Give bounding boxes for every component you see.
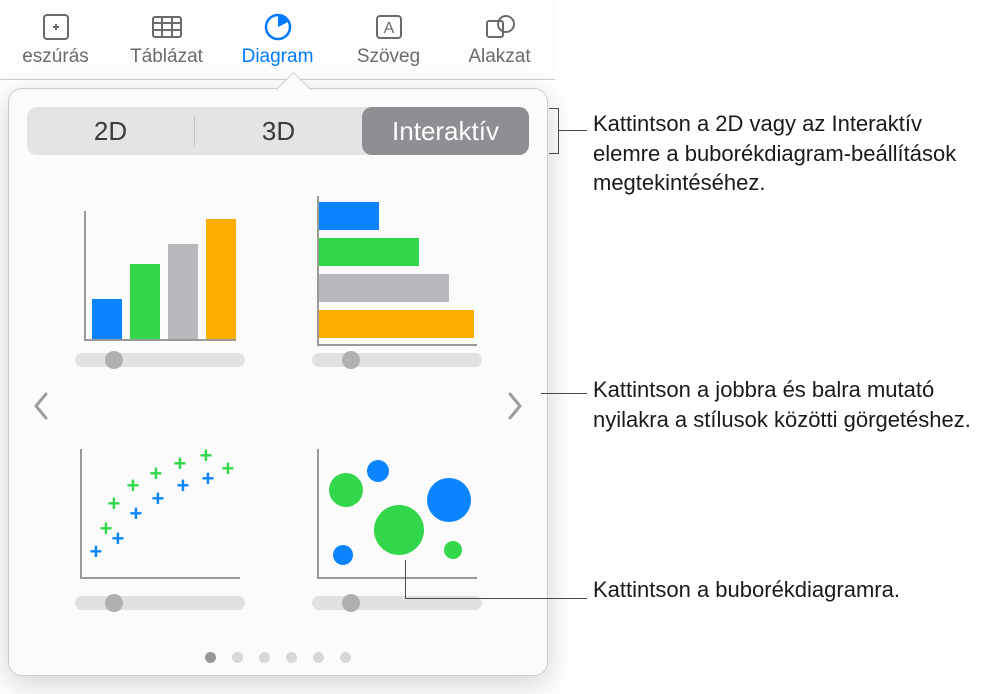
column-chart-thumb <box>75 201 245 341</box>
tab-2d[interactable]: 2D <box>27 107 194 155</box>
insert-icon <box>37 12 75 42</box>
tab-3d[interactable]: 3D <box>195 107 362 155</box>
svg-text:A: A <box>383 20 394 37</box>
callout-line-3a <box>405 560 406 598</box>
tab-interactive[interactable]: Interaktív <box>362 107 529 155</box>
page-dot[interactable] <box>340 652 351 663</box>
toolbar-chart[interactable]: Diagram <box>222 0 333 79</box>
toolbar-label: Diagram <box>242 46 314 68</box>
toolbar-text[interactable]: A Szöveg <box>333 0 444 79</box>
toolbar-label: Szöveg <box>357 46 420 68</box>
next-arrow[interactable] <box>501 382 529 430</box>
toolbar-label: eszúrás <box>22 46 89 68</box>
toolbar-insert[interactable]: eszúrás <box>0 0 111 79</box>
bar-chart-option[interactable] <box>298 173 495 396</box>
page-dot[interactable] <box>313 652 324 663</box>
callout-line-2 <box>541 393 587 394</box>
chart-type-tabs: 2D 3D Interaktív <box>27 107 529 155</box>
toolbar-label: Táblázat <box>130 46 203 68</box>
table-icon <box>148 12 186 42</box>
column-chart-option[interactable] <box>61 173 258 396</box>
callout-bubble-text: Kattintson a buborékdiagramra. <box>593 575 973 605</box>
prev-arrow[interactable] <box>27 382 55 430</box>
scatter-chart-option[interactable]: + + + + + + + + + + + + + <box>61 416 258 639</box>
callout-tabs-text: Kattintson a 2D vagy az Interaktív elemr… <box>593 109 973 198</box>
scatter-chart-thumb: + + + + + + + + + + + + + <box>75 444 245 584</box>
toolbar-shape[interactable]: Alakzat <box>444 0 555 79</box>
bubble-chart-thumb <box>312 444 482 584</box>
page-dot[interactable] <box>205 652 216 663</box>
page-indicator[interactable] <box>27 638 529 663</box>
callout-line-1 <box>559 130 587 131</box>
style-slider[interactable] <box>312 353 482 367</box>
style-slider[interactable] <box>75 353 245 367</box>
bubble-chart-option[interactable] <box>298 416 495 639</box>
toolbar-table[interactable]: Táblázat <box>111 0 222 79</box>
callout-line-3b <box>405 598 587 599</box>
bar-chart-thumb <box>312 201 482 341</box>
callout-bracket-1 <box>549 108 559 154</box>
page-dot[interactable] <box>232 652 243 663</box>
text-icon: A <box>370 12 408 42</box>
chart-popover: 2D 3D Interaktív <box>8 88 548 676</box>
callout-arrows-text: Kattintson a jobbra és balra mutató nyil… <box>593 375 973 434</box>
page-dot[interactable] <box>286 652 297 663</box>
shape-icon <box>481 12 519 42</box>
chart-style-carousel: + + + + + + + + + + + + + <box>27 173 529 638</box>
style-slider[interactable] <box>75 596 245 610</box>
toolbar-label: Alakzat <box>468 46 530 68</box>
toolbar: eszúrás Táblázat Diagram A Szöveg Alakza… <box>0 0 555 80</box>
page-dot[interactable] <box>259 652 270 663</box>
chart-icon <box>259 12 297 42</box>
